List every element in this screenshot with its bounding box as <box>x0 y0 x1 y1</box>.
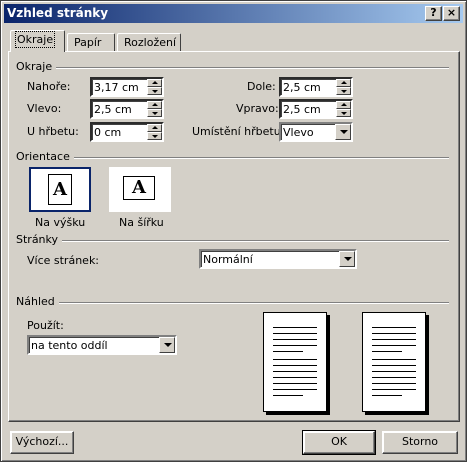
multiple-pages-label: Více stránek: <box>27 254 100 267</box>
close-button[interactable]: × <box>443 6 460 21</box>
chevron-down-icon[interactable] <box>159 337 175 353</box>
gutter-value: 0 cm <box>94 126 122 139</box>
spin-up-icon[interactable] <box>336 101 351 109</box>
spin-down-icon[interactable] <box>336 109 351 117</box>
landscape-option[interactable]: A <box>109 167 171 212</box>
tab-papir[interactable]: Papír <box>67 33 115 52</box>
spin-down-icon[interactable] <box>147 132 162 140</box>
spin-up-icon[interactable] <box>147 124 162 132</box>
cancel-button[interactable]: Storno <box>382 431 458 454</box>
bottom-margin-value: 2,5 cm <box>283 81 321 94</box>
top-margin-spinner[interactable]: 3,17 cm <box>90 77 164 97</box>
pages-section-label: Stránky <box>16 233 63 246</box>
portrait-page-icon: A <box>48 174 72 205</box>
title-bar: Vzhled stránky ? × <box>4 4 463 23</box>
top-margin-value: 3,17 cm <box>94 81 139 94</box>
pages-divider <box>17 240 449 242</box>
spin-up-icon[interactable] <box>147 101 162 109</box>
apply-to-value: na tento oddíl <box>31 339 108 352</box>
portrait-label: Na výšku <box>35 216 86 229</box>
top-margin-label: Nahoře: <box>27 80 71 93</box>
ok-button[interactable]: OK <box>302 430 376 455</box>
chevron-down-icon[interactable] <box>339 251 355 267</box>
window-title: Vzhled stránky <box>7 6 109 20</box>
tab-okraje-label: Okraje <box>14 31 56 48</box>
margins-divider <box>17 67 449 69</box>
spin-up-icon[interactable] <box>147 79 162 87</box>
right-margin-value: 2,5 cm <box>283 103 321 116</box>
gutter-position-select[interactable]: Vlevo <box>279 122 353 142</box>
page-setup-dialog: Vzhled stránky ? × Okraje Papír Rozložen… <box>0 0 467 462</box>
landscape-page-icon: A <box>123 176 155 200</box>
gutter-position-value: Vlevo <box>283 126 314 139</box>
right-margin-label: Vpravo: <box>236 102 279 115</box>
bottom-margin-spinner[interactable]: 2,5 cm <box>279 77 353 97</box>
tab-rozlozeni-label: Rozložení <box>124 36 177 49</box>
bottom-margin-label: Dole: <box>247 80 276 93</box>
gutter-position-label: Umístění hřbetu: <box>192 125 285 138</box>
left-margin-value: 2,5 cm <box>94 103 132 116</box>
preview-section-label: Náhled <box>16 295 59 308</box>
multiple-pages-select[interactable]: Normální <box>199 249 357 269</box>
gutter-spinner[interactable]: 0 cm <box>90 122 164 142</box>
help-button[interactable]: ? <box>425 6 442 21</box>
default-button[interactable]: Výchozí... <box>10 431 74 454</box>
spin-down-icon[interactable] <box>147 109 162 117</box>
chevron-down-icon[interactable] <box>335 124 351 140</box>
margins-section-label: Okraje <box>16 60 57 73</box>
orientation-divider <box>17 157 449 159</box>
spin-up-icon[interactable] <box>336 79 351 87</box>
spin-down-icon[interactable] <box>147 87 162 95</box>
landscape-label: Na šířku <box>119 216 164 229</box>
preview-page-left <box>263 312 327 412</box>
preview-divider <box>17 302 449 304</box>
tab-okraje[interactable]: Okraje <box>10 30 65 52</box>
gutter-label: U hřbetu: <box>27 125 79 138</box>
apply-to-label: Použít: <box>27 319 64 332</box>
right-margin-spinner[interactable]: 2,5 cm <box>279 99 353 119</box>
orientation-section-label: Orientace <box>16 150 74 163</box>
portrait-option[interactable]: A <box>29 167 91 212</box>
tab-papir-label: Papír <box>74 36 102 49</box>
left-margin-label: Vlevo: <box>27 102 62 115</box>
spin-down-icon[interactable] <box>336 87 351 95</box>
multiple-pages-value: Normální <box>203 253 253 266</box>
preview-page-right <box>362 312 426 412</box>
apply-to-select[interactable]: na tento oddíl <box>27 335 177 355</box>
tab-rozlozeni[interactable]: Rozložení <box>117 33 181 52</box>
left-margin-spinner[interactable]: 2,5 cm <box>90 99 164 119</box>
